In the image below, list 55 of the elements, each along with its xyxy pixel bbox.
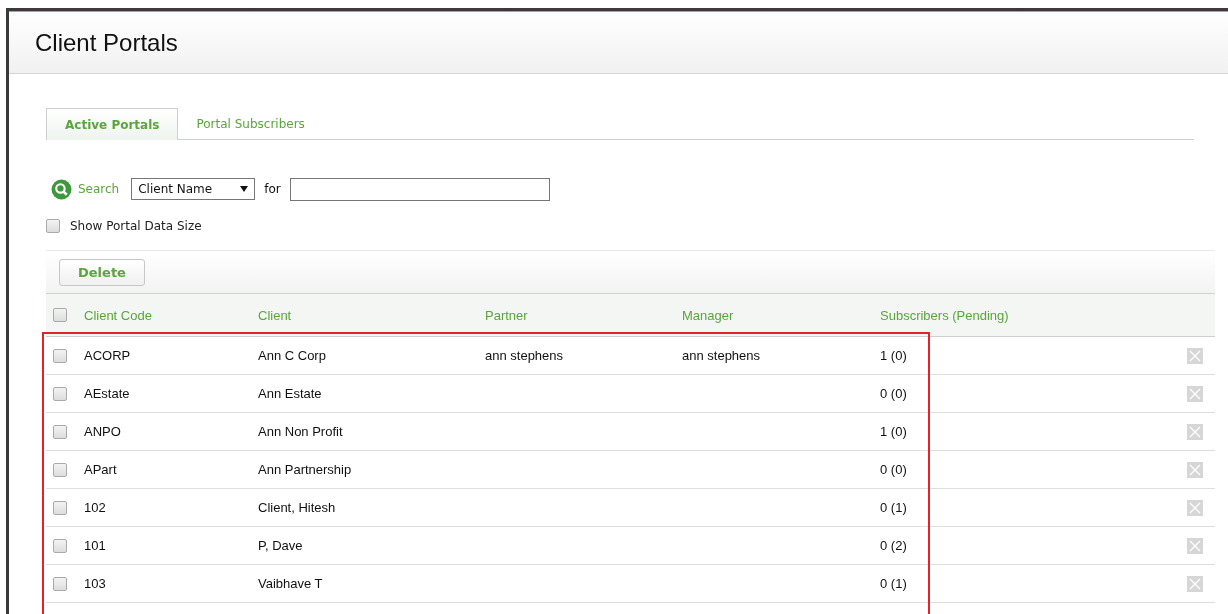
for-label: for <box>264 182 281 196</box>
table-cell: 0 (2) <box>880 538 907 553</box>
table-cell: ANPO <box>84 424 121 439</box>
table-cell: P, Dave <box>258 538 303 553</box>
table-cell: 1 (0) <box>880 424 907 439</box>
row-checkbox[interactable] <box>53 538 67 553</box>
table-cell: 101 <box>84 538 106 553</box>
table-cell: Ann Non Profit <box>258 424 343 439</box>
table-cell: 0 (1) <box>880 576 907 591</box>
row-checkbox[interactable] <box>53 576 67 591</box>
column-header[interactable]: Partner <box>485 308 528 323</box>
column-header[interactable]: Manager <box>682 308 734 323</box>
row-checkbox[interactable] <box>53 500 67 515</box>
table-cell: Ann Partnership <box>258 462 352 477</box>
table-cell: 0 (0) <box>880 462 907 477</box>
field-dropdown[interactable]: Client Name <box>131 178 256 200</box>
delete-icon[interactable] <box>1187 423 1203 440</box>
table-cell: 0 (0) <box>880 386 907 401</box>
row-checkbox[interactable] <box>53 386 67 401</box>
row-checkbox[interactable] <box>53 462 67 477</box>
tab[interactable]: Portal Subscribers <box>178 108 323 139</box>
table-cell: Vaibhave T <box>258 576 323 591</box>
caret-icon <box>240 186 249 192</box>
table-cell: Client, Hitesh <box>258 500 336 515</box>
table-cell: 1 (0) <box>880 348 907 363</box>
table-cell: 103 <box>84 576 106 591</box>
delete-icon[interactable] <box>1187 575 1203 592</box>
delete-button[interactable]: Delete <box>59 258 145 286</box>
delete-icon[interactable] <box>1187 385 1203 402</box>
table-cell: Ann Estate <box>258 386 322 401</box>
page-title: Client Portals <box>35 28 178 57</box>
checkbox[interactable] <box>46 219 60 233</box>
table-cell: ann stephens <box>682 348 761 363</box>
table-cell: 0 (1) <box>880 500 907 515</box>
column-header[interactable]: Client <box>258 308 292 323</box>
table-cell: ann stephens <box>485 348 564 363</box>
column-header[interactable]: Subscribers (Pending) <box>880 308 1009 323</box>
row-checkbox[interactable] <box>53 348 67 363</box>
table-cell: 102 <box>84 500 106 515</box>
search-field[interactable] <box>289 177 550 201</box>
table-cell: Ann C Corp <box>258 348 326 363</box>
column-header[interactable]: Client Code <box>84 308 152 323</box>
checkbox-label: Show Portal Data Size <box>70 219 202 233</box>
table-cell: AEstate <box>84 386 130 401</box>
row-checkbox[interactable] <box>53 424 67 439</box>
table-cell: ACORP <box>84 348 131 363</box>
delete-icon[interactable] <box>1187 499 1203 516</box>
select-all-checkbox[interactable] <box>53 308 67 322</box>
tab[interactable]: Active Portals <box>46 108 179 140</box>
search-link[interactable]: Search <box>78 182 120 196</box>
search-icon[interactable] <box>51 178 72 200</box>
delete-icon[interactable] <box>1187 347 1203 364</box>
delete-icon[interactable] <box>1187 461 1203 478</box>
table-cell: APart <box>84 462 117 477</box>
delete-icon[interactable] <box>1187 537 1203 554</box>
